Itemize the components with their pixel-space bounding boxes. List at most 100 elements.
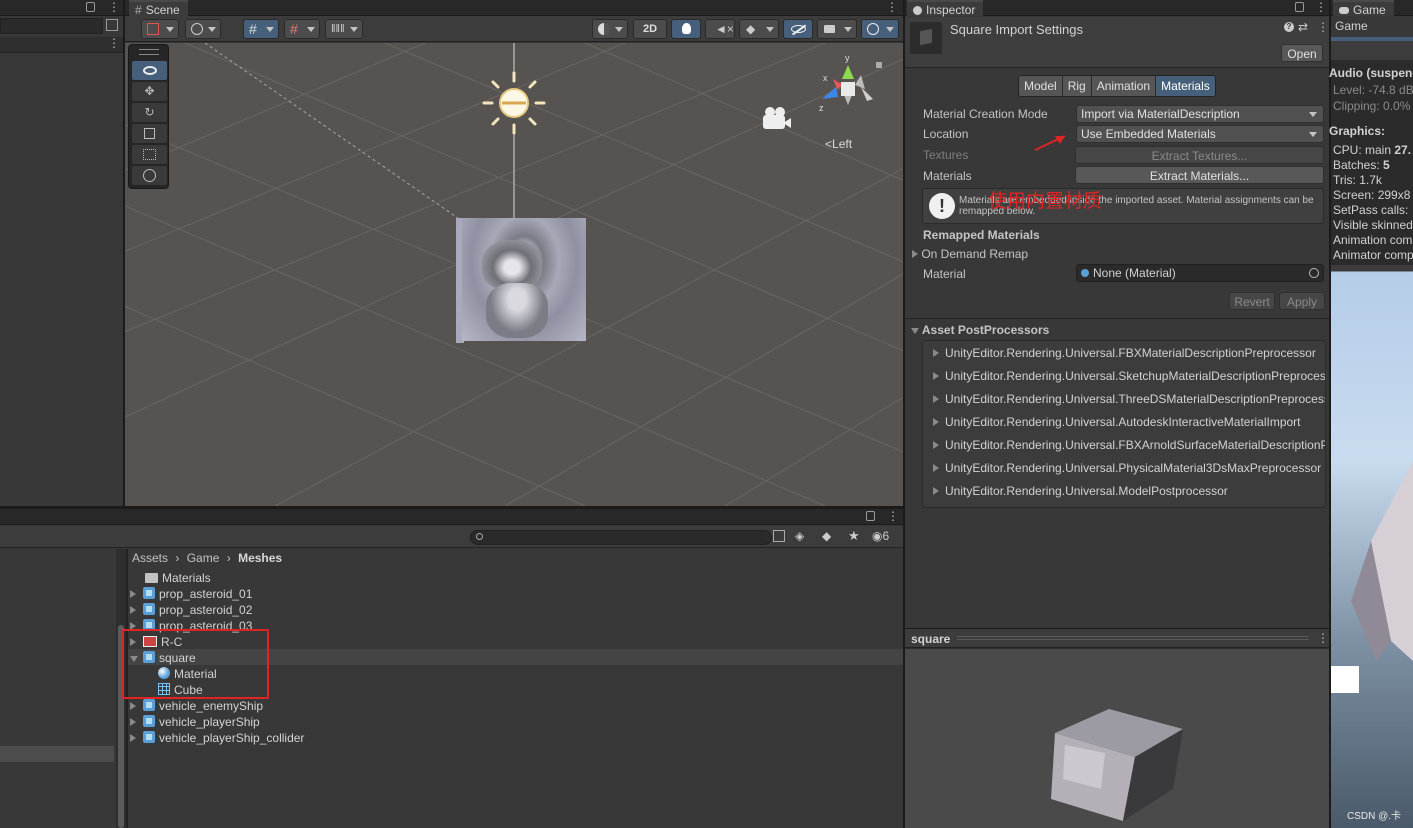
increment-snap-dropdown[interactable]: # — [284, 19, 320, 39]
move-tool-button[interactable]: ✥ — [132, 82, 167, 101]
tab-model[interactable]: Model — [1019, 76, 1063, 96]
transform-tool-button[interactable] — [132, 166, 167, 185]
lighting-toggle[interactable] — [671, 19, 701, 39]
globe-icon — [191, 23, 203, 35]
more-menu-icon[interactable]: ⋮ — [1317, 631, 1329, 645]
scale-tool-button[interactable] — [132, 124, 167, 143]
chevron-right-icon: › — [175, 551, 180, 565]
global-local-dropdown[interactable] — [185, 19, 221, 39]
expand-arrow-icon — [933, 395, 939, 403]
maximize-icon[interactable] — [106, 19, 118, 31]
project-search-input[interactable] — [470, 530, 772, 545]
material-object-field[interactable]: None (Material) — [1076, 264, 1324, 282]
filter-by-type-icon[interactable]: ◈ — [795, 529, 804, 543]
tab-inspector[interactable]: Inspector — [907, 0, 984, 17]
preset-icon[interactable]: ⇄ — [1298, 20, 1308, 34]
preview-cube — [1051, 709, 1183, 821]
revert-button[interactable]: Revert — [1229, 292, 1275, 310]
gizmo-lock-square[interactable] — [876, 62, 882, 68]
location-dropdown[interactable]: Use Embedded Materials — [1076, 125, 1324, 143]
postprocessor-item[interactable]: UnityEditor.Rendering.Universal.Sketchup… — [923, 365, 1325, 387]
asset-item[interactable]: vehicle_playerShip_collider — [130, 730, 304, 746]
search-by-type-icon[interactable] — [773, 530, 785, 542]
breadcrumb-assets[interactable]: Assets — [132, 551, 168, 565]
collapse-arrow-icon — [911, 328, 919, 334]
asset-item[interactable]: prop_asteroid_01 — [130, 586, 252, 602]
expand-arrow-icon[interactable] — [130, 734, 136, 742]
rotate-tool-button[interactable]: ↻ — [132, 103, 167, 122]
preview-viewport[interactable] — [905, 649, 1329, 828]
expand-arrow-icon[interactable] — [130, 606, 136, 614]
asset-item[interactable]: vehicle_playerShip — [130, 714, 260, 730]
model-prefab-icon — [143, 603, 155, 615]
postprocessor-item[interactable]: UnityEditor.Rendering.Universal.FBXArnol… — [923, 434, 1325, 456]
drag-handle[interactable] — [139, 49, 159, 55]
open-button[interactable]: Open — [1281, 44, 1323, 62]
postprocessor-item[interactable]: UnityEditor.Rendering.Universal.Physical… — [923, 457, 1325, 479]
ruler-dropdown[interactable]: ‖‖‖ — [325, 19, 363, 39]
postprocessor-item[interactable]: UnityEditor.Rendering.Universal.ThreeDSM… — [923, 388, 1325, 410]
more-menu-icon[interactable]: ⋮ — [108, 36, 120, 50]
expand-arrow-icon[interactable] — [130, 590, 136, 598]
tab-game[interactable]: Game — [1333, 0, 1394, 17]
more-menu-icon[interactable]: ⋮ — [886, 0, 898, 14]
tab-rig[interactable]: Rig — [1062, 76, 1092, 96]
stats-setpass: SetPass calls: — [1333, 203, 1409, 217]
extract-textures-button[interactable]: Extract Textures... — [1075, 146, 1324, 164]
favorite-star-icon[interactable]: ★ — [848, 528, 860, 544]
material-creation-mode-dropdown[interactable]: Import via MaterialDescription — [1076, 105, 1324, 123]
hidden-packages-toggle[interactable]: ◉6 — [872, 529, 889, 543]
display-dropdown[interactable]: Game — [1335, 19, 1368, 33]
rect-tool-button[interactable] — [132, 145, 167, 164]
shading-mode-dropdown[interactable] — [592, 19, 628, 39]
lock-icon[interactable] — [1295, 2, 1304, 12]
scene-viewport[interactable]: y x z <Left — [125, 43, 903, 506]
filter-by-label-icon[interactable]: ◆ — [822, 529, 831, 543]
effects-dropdown[interactable]: ◆ — [739, 19, 779, 39]
lock-icon[interactable] — [86, 2, 95, 12]
tab-materials[interactable]: Materials — [1156, 76, 1215, 96]
view-tool-button[interactable] — [132, 61, 167, 80]
draw-mode-dropdown[interactable] — [141, 19, 179, 39]
hierarchy-search-bar[interactable] — [0, 18, 103, 34]
postprocessor-item[interactable]: UnityEditor.Rendering.Universal.Autodesk… — [923, 411, 1325, 433]
help-icon[interactable]: ? — [1284, 22, 1294, 32]
postprocessor-item[interactable]: UnityEditor.Rendering.Universal.ModelPos… — [923, 480, 1325, 502]
camera-dropdown[interactable] — [817, 19, 857, 39]
more-menu-icon[interactable]: ⋮ — [1315, 0, 1327, 14]
grid-snapping-toggle[interactable]: # — [243, 19, 279, 39]
stats-cpu: CPU: main 27. — [1333, 143, 1411, 157]
chevron-right-icon: › — [226, 551, 231, 565]
more-menu-icon[interactable]: ⋮ — [1317, 20, 1329, 34]
view-label[interactable]: <Left — [825, 137, 852, 151]
asset-item[interactable]: prop_asteroid_02 — [130, 602, 252, 618]
folder-tree-selected[interactable] — [0, 746, 114, 762]
preview-drag-bar[interactable] — [957, 636, 1309, 640]
extract-materials-button[interactable]: Extract Materials... — [1075, 166, 1324, 184]
expand-arrow-icon[interactable] — [130, 702, 136, 710]
on-demand-remap-foldout[interactable]: On Demand Remap — [912, 247, 1028, 261]
gizmos-dropdown[interactable] — [861, 19, 899, 39]
more-menu-icon[interactable]: ⋮ — [108, 0, 120, 14]
audio-toggle[interactable]: ◄× — [705, 19, 735, 39]
breadcrumb-meshes[interactable]: Meshes — [238, 551, 282, 565]
postprocessor-item[interactable]: UnityEditor.Rendering.Universal.FBXMater… — [923, 342, 1325, 364]
tab-scene[interactable]: # Scene — [129, 0, 188, 17]
directional-light-icon[interactable] — [482, 71, 546, 135]
grid-snap-icon: # — [249, 21, 257, 37]
asset-item[interactable]: vehicle_enemyShip — [130, 698, 263, 714]
cube-object[interactable] — [456, 218, 586, 343]
more-menu-icon[interactable]: ⋮ — [887, 509, 899, 523]
asset-postprocessors-foldout[interactable]: Asset PostProcessors — [911, 323, 1049, 337]
breadcrumb-game[interactable]: Game — [187, 551, 220, 565]
apply-button[interactable]: Apply — [1279, 292, 1325, 310]
expand-arrow-icon[interactable] — [130, 718, 136, 726]
scene-camera-icon[interactable] — [761, 105, 793, 131]
tab-animation[interactable]: Animation — [1091, 76, 1157, 96]
asset-item[interactable]: Materials — [130, 570, 211, 586]
scene-visibility-toggle[interactable] — [783, 19, 813, 39]
toggle-2d-button[interactable]: 2D — [633, 19, 667, 39]
orientation-gizmo[interactable]: y x z — [815, 53, 885, 123]
object-picker-icon[interactable] — [1309, 268, 1319, 278]
lock-icon[interactable] — [866, 511, 875, 521]
